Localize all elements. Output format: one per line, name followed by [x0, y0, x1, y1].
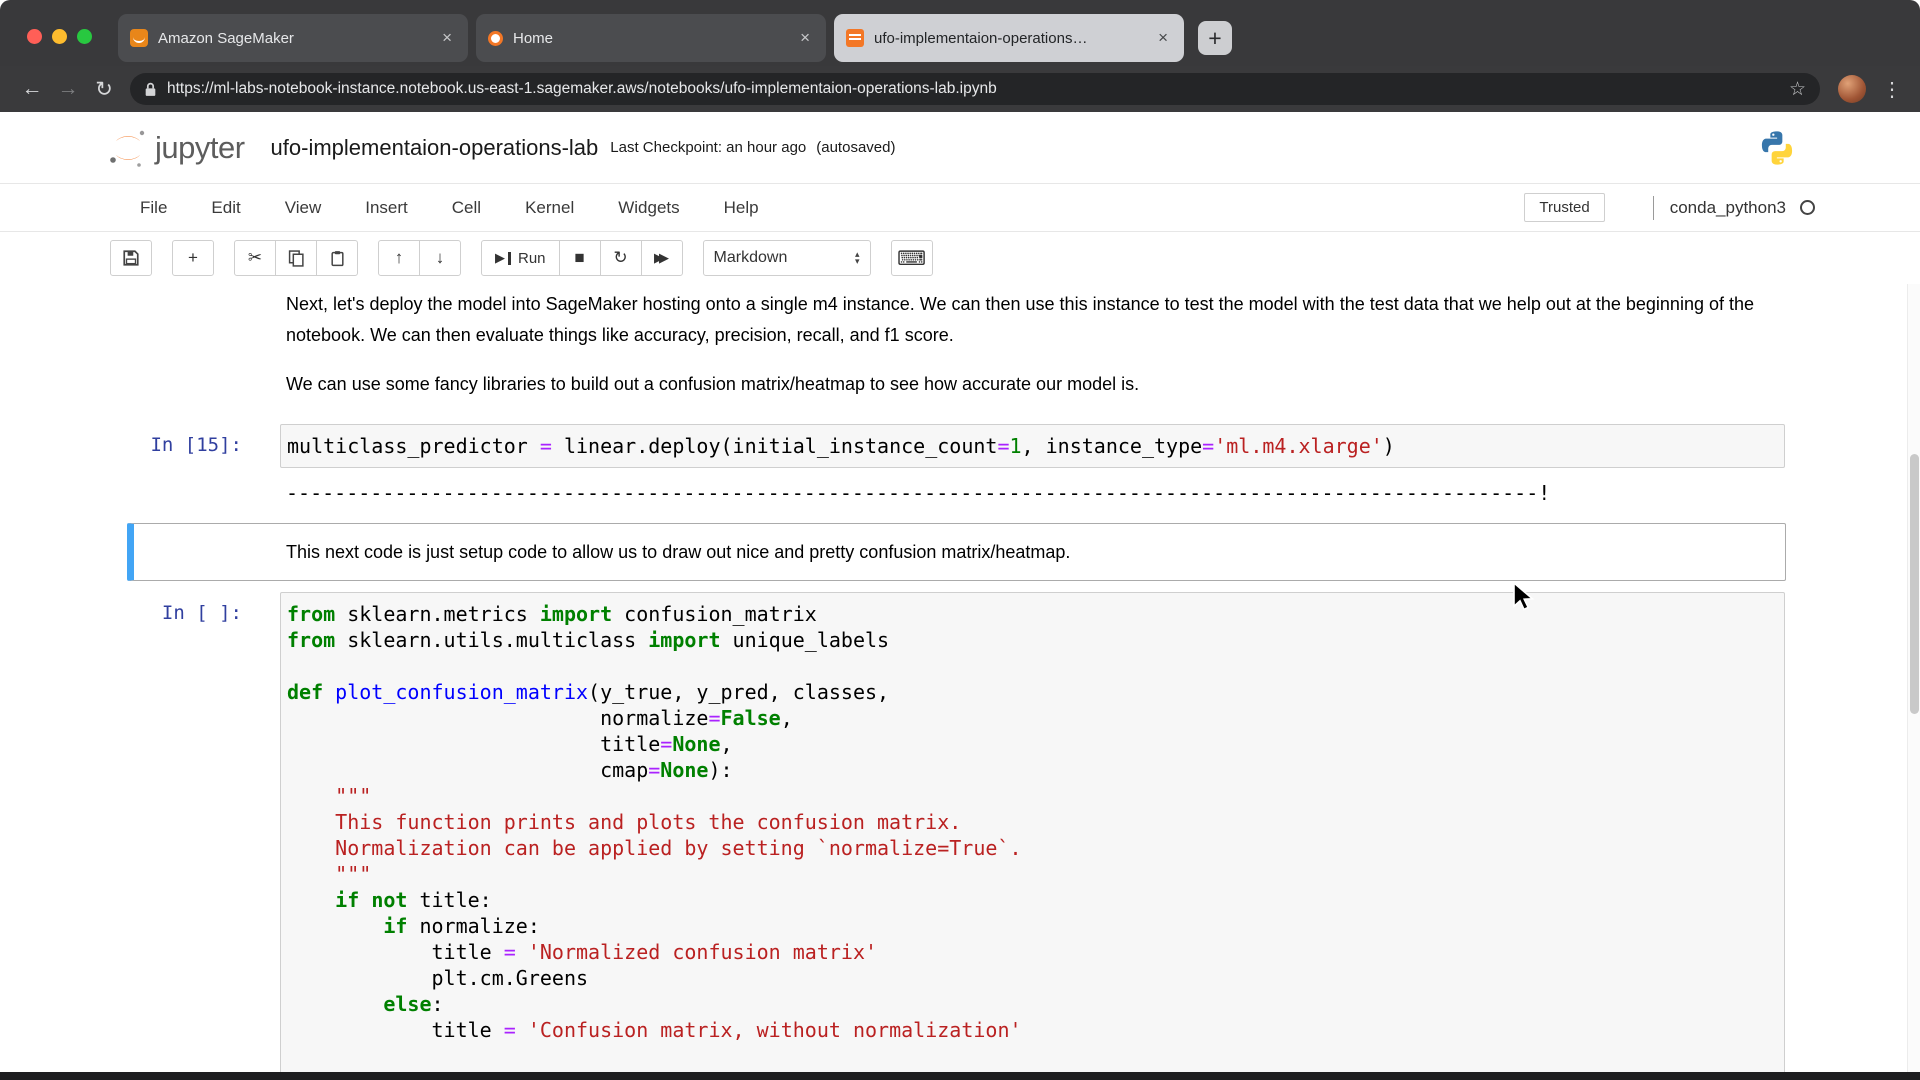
restart-run-all-button[interactable]: ▶▶ — [641, 240, 683, 276]
mouse-cursor-icon — [1512, 583, 1538, 616]
bookmark-star-icon[interactable]: ☆ — [1789, 78, 1806, 101]
kernel-status-icon — [1800, 200, 1815, 215]
page-scrollbar-thumb[interactable] — [1910, 454, 1919, 714]
markdown-rendered-text: This next code is just setup code to all… — [280, 524, 1785, 580]
tab-close-icon[interactable]: × — [1154, 28, 1172, 48]
input-prompt: In [15]: — [134, 424, 280, 468]
code-input-area[interactable]: multiclass_predictor = linear.deploy(ini… — [280, 424, 1785, 468]
tab-amazon-sagemaker[interactable]: Amazon SageMaker × — [118, 14, 468, 62]
checkpoint-status: Last Checkpoint: an hour ago — [610, 139, 806, 156]
browser-address-bar: ← → ↻ https://ml-labs-notebook-instance.… — [0, 66, 1920, 112]
profile-avatar[interactable] — [1838, 75, 1866, 103]
kernel-divider — [1653, 196, 1654, 220]
jupyter-header: jupyter ufo-implementaion-operations-lab… — [0, 112, 1920, 184]
input-prompt: In [ ]: — [134, 592, 280, 1080]
notebook-title[interactable]: ufo-implementaion-operations-lab — [271, 135, 599, 161]
kernel-name: conda_python3 — [1670, 198, 1786, 218]
lock-icon — [144, 82, 157, 97]
tab-close-icon[interactable]: × — [796, 28, 814, 48]
markdown-cell-deploy-intro[interactable]: Next, let's deploy the model into SageMa… — [127, 286, 1786, 403]
jupyter-wordmark: jupyter — [155, 130, 245, 166]
tab-title: ufo-implementaion-operations… — [874, 30, 1154, 47]
page-scrollbar — [1907, 284, 1920, 1080]
move-cell-down-button[interactable]: ↓ — [419, 240, 461, 276]
run-label: Run — [518, 250, 546, 267]
save-button[interactable] — [110, 240, 152, 276]
move-cell-up-button[interactable]: ↑ — [378, 240, 420, 276]
close-window-button[interactable] — [27, 29, 42, 44]
markdown-cell-selected[interactable]: This next code is just setup code to all… — [127, 523, 1786, 581]
run-icon-bar — [508, 252, 511, 265]
reload-icon[interactable]: ↻ — [86, 71, 122, 107]
tab-title: Home — [513, 30, 796, 47]
code-cell-deploy[interactable]: In [15]: multiclass_predictor = linear.d… — [127, 423, 1786, 507]
command-palette-button[interactable]: ⌨ — [891, 240, 933, 276]
tab-list: Amazon SageMaker × Home × ufo-implementa… — [118, 14, 1232, 62]
markdown-paragraph: We can use some fancy libraries to build… — [286, 369, 1779, 400]
copy-cell-button[interactable] — [275, 240, 317, 276]
new-tab-button[interactable]: + — [1198, 21, 1232, 55]
jupyter-logo-icon[interactable]: jupyter — [108, 127, 245, 169]
select-arrows-icon: ▴▾ — [855, 251, 860, 265]
markdown-rendered-text: Next, let's deploy the model into SageMa… — [280, 287, 1785, 402]
notebook-area: Next, let's deploy the model into SageMa… — [0, 284, 1920, 1080]
menu-insert[interactable]: Insert — [365, 198, 408, 218]
cell-type-select[interactable]: Markdown ▴▾ — [703, 240, 871, 276]
jupyter-favicon-icon — [488, 31, 503, 46]
notebook-favicon-icon — [846, 29, 864, 47]
menu-kernel[interactable]: Kernel — [525, 198, 574, 218]
restart-kernel-button[interactable]: ↻ — [600, 240, 642, 276]
zoom-window-button[interactable] — [77, 29, 92, 44]
trusted-badge[interactable]: Trusted — [1524, 193, 1604, 222]
menu-cell[interactable]: Cell — [452, 198, 481, 218]
paste-cell-button[interactable] — [316, 240, 358, 276]
output-row: ----------------------------------------… — [134, 480, 1785, 506]
cut-cell-button[interactable]: ✂ — [234, 240, 276, 276]
tab-home[interactable]: Home × — [476, 14, 826, 62]
cell-type-value: Markdown — [714, 249, 788, 267]
back-icon[interactable]: ← — [14, 71, 50, 107]
browser-window: Amazon SageMaker × Home × ufo-implementa… — [0, 0, 1920, 1080]
traffic-lights — [27, 29, 92, 44]
notebook-toolbar: + ✂ ↑ ↓ ▶ Run ■ ↻ ▶▶ Markdown ▴▾ — [0, 232, 1920, 284]
markdown-paragraph: Next, let's deploy the model into SageMa… — [286, 289, 1779, 351]
insert-cell-button[interactable]: + — [172, 240, 214, 276]
menu-widgets[interactable]: Widgets — [618, 198, 679, 218]
prompt-spacer — [134, 524, 280, 580]
prompt-spacer — [134, 287, 280, 402]
menu-edit[interactable]: Edit — [211, 198, 240, 218]
output-prompt-spacer — [134, 480, 280, 506]
code-input-area[interactable]: from sklearn.metrics import confusion_ma… — [280, 592, 1785, 1080]
tab-title: Amazon SageMaker — [158, 30, 438, 47]
menu-view[interactable]: View — [285, 198, 322, 218]
minimize-window-button[interactable] — [52, 29, 67, 44]
python-logo-icon — [1758, 129, 1796, 167]
autosave-status: (autosaved) — [816, 139, 895, 156]
sagemaker-favicon-icon — [130, 29, 148, 47]
notebook-menubar: File Edit View Insert Cell Kernel Widget… — [0, 184, 1920, 232]
menu-help[interactable]: Help — [724, 198, 759, 218]
interrupt-kernel-button[interactable]: ■ — [559, 240, 601, 276]
forward-icon[interactable]: → — [50, 71, 86, 107]
window-bottom-edge — [0, 1072, 1920, 1080]
run-cell-button[interactable]: ▶ Run — [481, 240, 560, 276]
notebook-container: Next, let's deploy the model into SageMa… — [127, 284, 1786, 1080]
menu-file[interactable]: File — [140, 198, 167, 218]
run-icon: ▶ — [495, 250, 505, 266]
browser-menu-icon[interactable]: ⋮ — [1878, 77, 1906, 102]
tab-notebook-active[interactable]: ufo-implementaion-operations… × — [834, 14, 1184, 62]
tab-close-icon[interactable]: × — [438, 28, 456, 48]
code-cell-confusion-matrix[interactable]: In [ ]: from sklearn.metrics import conf… — [127, 591, 1786, 1080]
url-field[interactable]: https://ml-labs-notebook-instance.notebo… — [130, 73, 1820, 105]
browser-tab-strip: Amazon SageMaker × Home × ufo-implementa… — [0, 0, 1920, 66]
cell-output-text: ----------------------------------------… — [280, 480, 1550, 506]
url-text: https://ml-labs-notebook-instance.notebo… — [167, 80, 1779, 98]
